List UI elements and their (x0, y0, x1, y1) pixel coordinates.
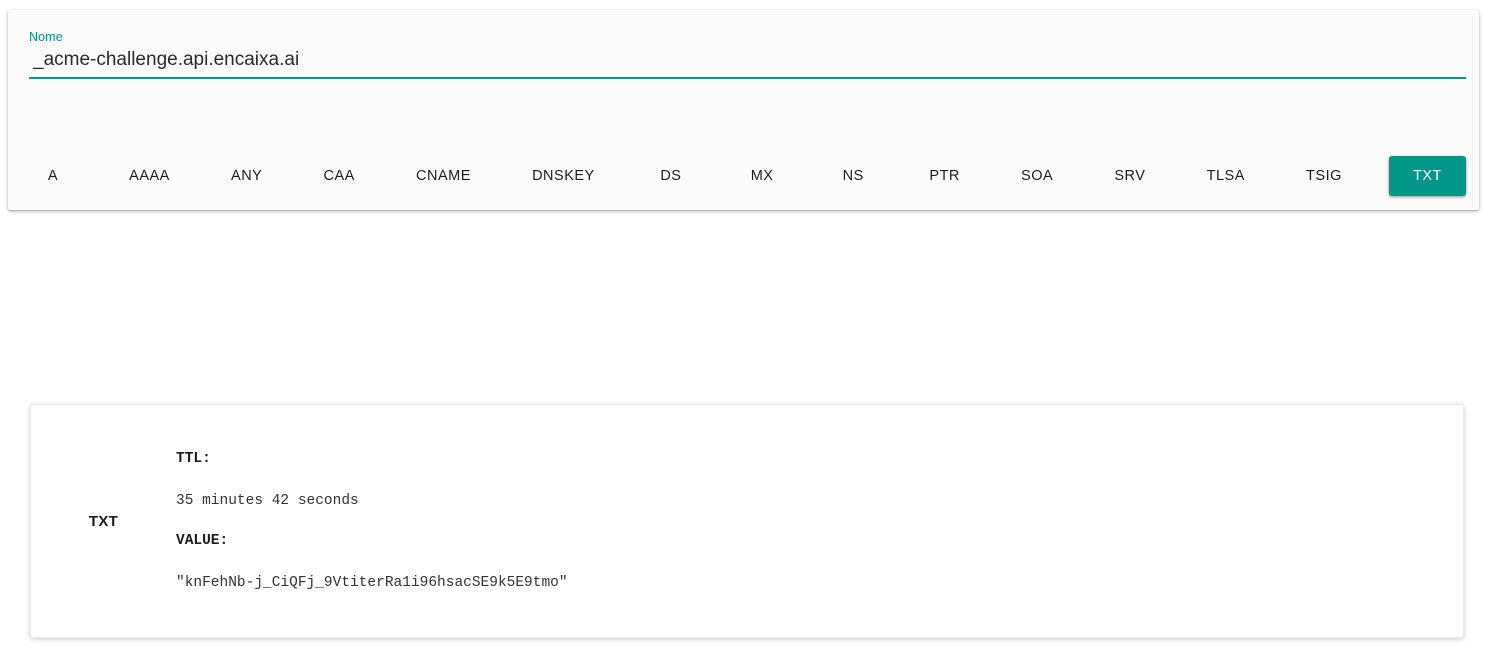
dns-query-panel: Nome A AAAA ANY CAA CNAME DNSKEY DS MX N… (8, 10, 1479, 210)
record-type-button-ds[interactable]: DS (642, 157, 700, 195)
value-label: VALUE: (176, 533, 229, 549)
result-record-type: TXT (88, 512, 119, 530)
name-field-label: Nome (29, 30, 63, 44)
record-type-button-row: A AAAA ANY CAA CNAME DNSKEY DS MX NS PTR… (24, 156, 1466, 196)
record-type-button-mx[interactable]: MX (733, 157, 791, 195)
ttl-value: 35 minutes 42 seconds (176, 493, 359, 509)
record-type-button-ptr[interactable]: PTR (915, 157, 974, 195)
record-type-button-a[interactable]: A (24, 157, 82, 195)
record-type-button-any[interactable]: ANY (217, 157, 276, 195)
record-type-button-tsig[interactable]: TSIG (1292, 157, 1356, 195)
record-type-button-ns[interactable]: NS (824, 157, 882, 195)
result-details: TTL: 35 minutes 42 seconds VALUE: "knFeh… (176, 449, 1463, 593)
dns-name-input[interactable] (29, 48, 1466, 79)
record-type-button-tlsa[interactable]: TLSA (1193, 157, 1259, 195)
dns-result-card: TXT TTL: 35 minutes 42 seconds VALUE: "k… (30, 404, 1464, 638)
record-type-button-soa[interactable]: SOA (1007, 157, 1067, 195)
record-value: "knFehNb-j_CiQFj_9VtiterRa1i96hsacSE9k5E… (176, 575, 568, 591)
record-type-button-srv[interactable]: SRV (1100, 157, 1159, 195)
record-type-button-cname[interactable]: CNAME (402, 157, 485, 195)
name-field-group: Nome (29, 30, 1466, 79)
record-type-button-aaaa[interactable]: AAAA (115, 157, 184, 195)
record-type-button-dnskey[interactable]: DNSKEY (518, 157, 609, 195)
record-type-button-txt[interactable]: TXT (1389, 156, 1466, 196)
record-type-button-caa[interactable]: CAA (310, 157, 369, 195)
ttl-label: TTL: (176, 451, 211, 467)
